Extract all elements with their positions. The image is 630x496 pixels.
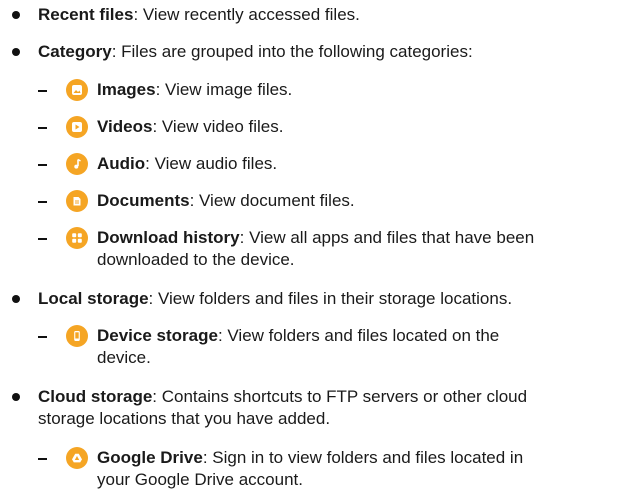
download-history-icon: [66, 227, 88, 249]
item-title: Local storage: [38, 289, 149, 308]
item-desc: : View image files.: [155, 80, 293, 99]
item-title: Audio: [97, 154, 146, 173]
item-text: Download history: View all apps and file…: [97, 227, 567, 271]
item-desc: : View document files.: [189, 191, 355, 210]
item-title: Category: [38, 42, 112, 61]
item-text: Audio: View audio files.: [97, 153, 277, 175]
document-page: Recent files: View recently accessed fil…: [0, 0, 630, 496]
item-text: Images: View image files.: [97, 79, 292, 101]
image-icon: [66, 79, 88, 101]
item-desc: : View folders and files in their storag…: [148, 289, 513, 308]
item-text: Videos: View video files.: [97, 116, 283, 138]
document-icon: [66, 190, 88, 212]
dash-marker: [38, 201, 47, 203]
music-note-icon: [66, 153, 88, 175]
dash-marker: [38, 458, 47, 460]
bullet: [12, 295, 20, 303]
dash-marker: [38, 127, 47, 129]
item-title: Device storage: [97, 326, 218, 345]
video-icon: [66, 116, 88, 138]
item-text: Local storage: View folders and files in…: [38, 288, 512, 310]
item-title: Videos: [97, 117, 153, 136]
item-title: Download history: [97, 228, 240, 247]
item-title: Cloud storage: [38, 387, 153, 406]
phone-icon: [66, 325, 88, 347]
item-title: Images: [97, 80, 156, 99]
bullet: [12, 11, 20, 19]
dash-marker: [38, 90, 47, 92]
bullet: [12, 393, 20, 401]
item-text: Device storage: View folders and files l…: [97, 325, 547, 369]
dash-marker: [38, 164, 47, 166]
item-title: Documents: [97, 191, 190, 210]
item-text: Google Drive: Sign in to view folders an…: [97, 447, 547, 491]
item-text: Recent files: View recently accessed fil…: [38, 4, 360, 26]
google-drive-icon: [66, 447, 88, 469]
item-desc: : View audio files.: [145, 154, 278, 173]
item-text: Documents: View document files.: [97, 190, 355, 212]
item-text: Category: Files are grouped into the fol…: [38, 41, 473, 63]
item-desc: : View video files.: [152, 117, 284, 136]
item-title: Recent files: [38, 5, 134, 24]
item-title: Google Drive: [97, 448, 203, 467]
dash-marker: [38, 238, 47, 240]
item-text: Cloud storage: Contains shortcuts to FTP…: [38, 386, 578, 430]
dash-marker: [38, 336, 47, 338]
item-desc: : View recently accessed files.: [133, 5, 360, 24]
bullet: [12, 48, 20, 56]
item-desc: : Files are grouped into the following c…: [111, 42, 473, 61]
